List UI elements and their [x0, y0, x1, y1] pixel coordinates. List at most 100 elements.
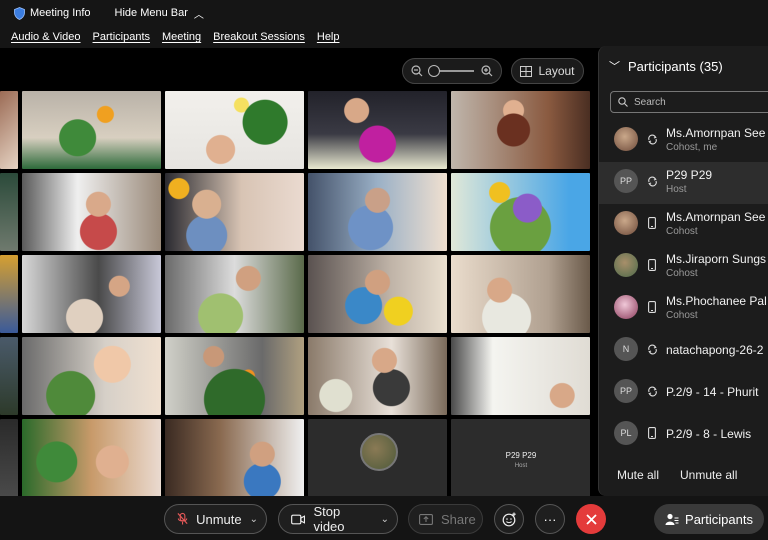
- participant-list: Ms.Amornpan See Cohost, me PP P29 P29 Host Ms…: [599, 120, 768, 450]
- menu-meeting[interactable]: Meeting: [162, 31, 201, 43]
- mic-muted-icon: [177, 512, 188, 525]
- panel-title: Participants (35): [628, 58, 723, 74]
- participants-panel-header[interactable]: ﹀ Participants (35): [609, 58, 723, 74]
- search-placeholder: Search: [634, 96, 666, 108]
- share-button[interactable]: Share: [408, 504, 483, 534]
- layout-button[interactable]: Layout: [511, 58, 584, 84]
- more-icon: ···: [543, 511, 557, 527]
- audio-sync-icon: [646, 132, 658, 146]
- video-tile[interactable]: [165, 91, 304, 169]
- avatar: PP: [614, 169, 638, 193]
- meeting-info-label: Meeting Info: [30, 7, 91, 19]
- chevron-down-icon[interactable]: ﹀: [609, 58, 620, 74]
- share-label: Share: [441, 511, 476, 527]
- video-tile[interactable]: [451, 91, 590, 169]
- hide-menu-bar-button[interactable]: Hide Menu Bar ︿: [115, 6, 204, 21]
- participants-panel: ﹀ Participants (35) Search Ms.Amornpan S…: [598, 46, 768, 496]
- video-tile[interactable]: [308, 91, 447, 169]
- audio-sync-icon: [646, 342, 658, 356]
- meeting-info-button[interactable]: Meeting Info: [14, 6, 91, 20]
- close-icon: [585, 513, 597, 525]
- zoom-slider-handle[interactable]: [428, 65, 440, 77]
- participant-role: Host: [666, 184, 687, 195]
- video-tile[interactable]: [165, 337, 304, 415]
- participant-row[interactable]: Ms.Amornpan See Cohost: [599, 204, 768, 246]
- host-tile-name: P29 P29: [505, 451, 537, 460]
- menu-breakout-sessions[interactable]: Breakout Sessions: [213, 31, 305, 43]
- menu-audio-video[interactable]: Audio & Video: [11, 31, 81, 43]
- avatar: [614, 211, 638, 235]
- participant-name: Ms.Amornpan See: [666, 210, 766, 224]
- participant-row[interactable]: Ms.Jiraporn Sungs Cohost: [599, 246, 768, 288]
- zoom-in-icon[interactable]: [481, 65, 493, 77]
- stop-video-button[interactable]: Stop video ⌄: [278, 504, 398, 534]
- video-tile[interactable]: [308, 255, 447, 333]
- search-input[interactable]: Search: [610, 91, 768, 113]
- video-tile[interactable]: [22, 173, 161, 251]
- mobile-device-icon: [646, 300, 658, 314]
- participants-button-label: Participants: [685, 511, 753, 527]
- video-tile[interactable]: [0, 91, 18, 169]
- menu-participants[interactable]: Participants: [93, 31, 150, 43]
- grid-layout-icon: [520, 65, 533, 77]
- participant-row[interactable]: PL P.2/9 - 8 - Lewis: [599, 414, 768, 450]
- participant-row[interactable]: PP P.2/9 - 14 - Phurit: [599, 372, 768, 414]
- video-tile[interactable]: [165, 419, 304, 497]
- audio-sync-icon: [646, 174, 658, 188]
- video-tile[interactable]: [451, 173, 590, 251]
- participant-name: P29 P29: [666, 168, 713, 182]
- video-tile[interactable]: [451, 255, 590, 333]
- participant-name: Ms.Jiraporn Sungs: [666, 252, 767, 266]
- video-tile[interactable]: [0, 419, 18, 497]
- video-tile[interactable]: [22, 255, 161, 333]
- end-meeting-button[interactable]: [576, 504, 606, 534]
- chevron-down-icon[interactable]: ⌄: [250, 514, 258, 525]
- more-options-button[interactable]: ···: [535, 504, 565, 534]
- video-tile[interactable]: [0, 255, 18, 333]
- video-tile[interactable]: [165, 255, 304, 333]
- video-tile[interactable]: [0, 337, 18, 415]
- participant-name: natachapong-26-2: [666, 343, 764, 357]
- hide-menu-bar-label: Hide Menu Bar: [114, 7, 188, 19]
- unmute-button[interactable]: Unmute ⌄: [164, 504, 267, 534]
- title-bar: Meeting Info Hide Menu Bar ︿: [0, 0, 768, 26]
- stop-video-label: Stop video: [313, 504, 345, 534]
- video-tile[interactable]: [22, 91, 161, 169]
- video-tile[interactable]: [308, 337, 447, 415]
- host-avatar-tile[interactable]: [308, 419, 447, 497]
- unmute-all-button[interactable]: Unmute all: [680, 468, 737, 482]
- menu-help[interactable]: Help: [317, 31, 340, 43]
- share-screen-icon: [419, 513, 433, 525]
- chevron-down-icon[interactable]: ⌄: [381, 514, 389, 525]
- reactions-button[interactable]: [494, 504, 524, 534]
- meeting-toolbar: Unmute ⌄ Stop video ⌄ Share ··· Particip…: [0, 496, 768, 540]
- zoom-control[interactable]: [402, 58, 502, 84]
- video-tile[interactable]: [22, 419, 161, 497]
- avatar: PL: [614, 421, 638, 445]
- host-name-tile[interactable]: P29 P29 Host: [451, 419, 590, 497]
- zoom-out-icon[interactable]: [411, 65, 423, 77]
- layout-label: Layout: [538, 64, 575, 78]
- video-tile[interactable]: [165, 173, 304, 251]
- participants-button[interactable]: Participants: [654, 504, 764, 534]
- participant-row[interactable]: Nnatachapong-26-2: [599, 330, 768, 372]
- video-camera-icon: [291, 514, 306, 524]
- emoji-icon: [502, 512, 516, 526]
- chevron-up-icon: ︿: [193, 9, 204, 21]
- avatar: N: [614, 337, 638, 361]
- mobile-device-icon: [646, 426, 658, 440]
- video-tile[interactable]: [308, 173, 447, 251]
- video-tile[interactable]: [22, 337, 161, 415]
- zoom-slider[interactable]: [428, 65, 474, 77]
- participant-name: P.2/9 - 8 - Lewis: [666, 427, 752, 441]
- mute-all-button[interactable]: Mute all: [617, 468, 659, 482]
- avatar: PP: [614, 379, 638, 403]
- participant-row[interactable]: Ms.Amornpan See Cohost, me: [599, 120, 768, 162]
- participant-row[interactable]: PP P29 P29 Host: [599, 162, 768, 204]
- video-tile[interactable]: [451, 337, 590, 415]
- menu-bar: Audio & Video Participants Meeting Break…: [0, 26, 768, 48]
- video-tile[interactable]: [0, 173, 18, 251]
- participant-name: P.2/9 - 14 - Phurit: [666, 385, 759, 399]
- participant-row[interactable]: Ms.Phochanee Pal Cohost: [599, 288, 768, 330]
- search-icon: [618, 97, 628, 107]
